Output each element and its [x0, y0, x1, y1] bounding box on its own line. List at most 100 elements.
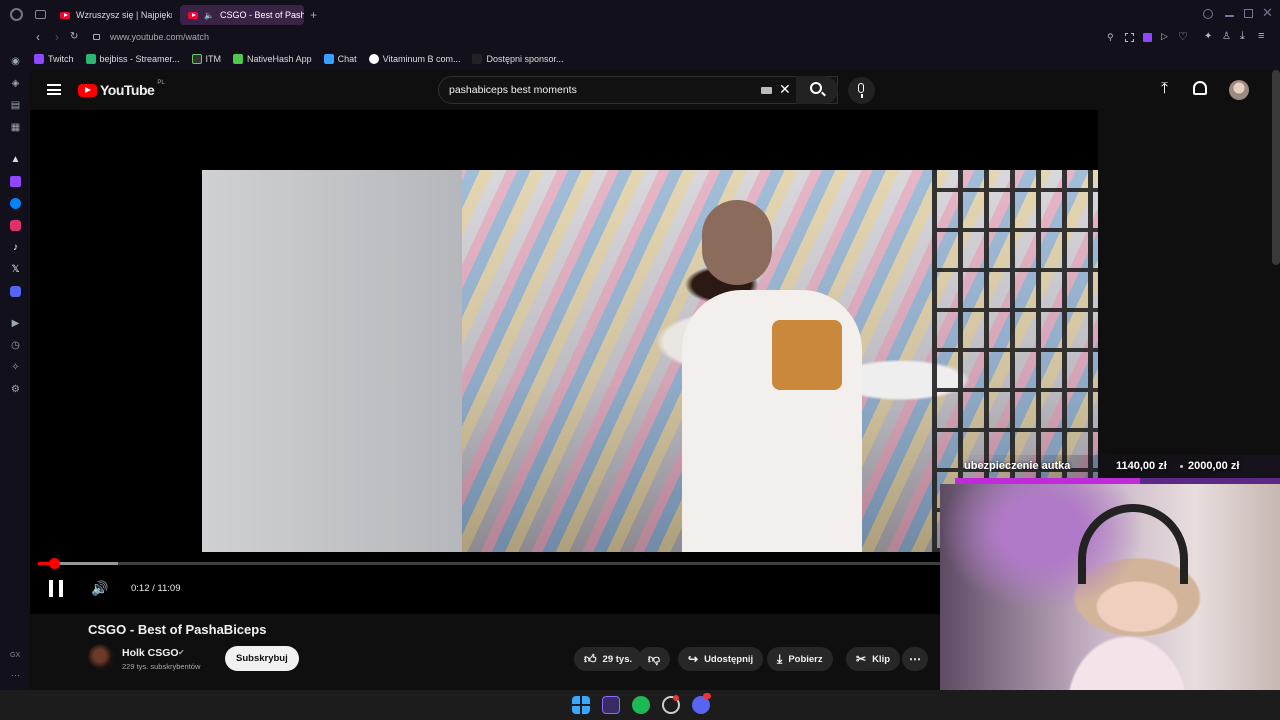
discord-icon[interactable] [10, 286, 21, 297]
profile-icon[interactable]: ♙ [1222, 31, 1231, 42]
upload-icon[interactable]: ⤒ [1161, 80, 1168, 98]
subscriber-count: 229 tys. subskrybentów [122, 662, 201, 671]
thumbs-down-icon: 👎︎ [647, 651, 661, 666]
tab-title: CSGO - Best of Pasha [219, 10, 304, 20]
opera-gx-logo-icon[interactable] [10, 8, 23, 21]
bookmark-label: ITM [205, 54, 222, 64]
dislike-button[interactable]: 👎︎ [638, 647, 670, 671]
donation-goal-separator-dot [1180, 465, 1183, 468]
channel-avatar[interactable] [88, 644, 114, 670]
play-icon[interactable]: ▷ [1161, 31, 1168, 42]
channel-name[interactable]: Holk CSGO [122, 647, 179, 659]
bookmark-sponsorzy[interactable]: Dostępni sponsor... [472, 54, 564, 64]
x-icon[interactable]: 𝕏 [10, 264, 21, 275]
region-label: PL [157, 80, 165, 86]
discord-badge [703, 693, 711, 699]
bookmark-twitch[interactable]: Twitch [34, 54, 74, 64]
progress-scrubber[interactable] [48, 558, 60, 569]
download-button[interactable]: ⤓ Pobierz [767, 647, 833, 671]
minimize-icon[interactable] [1225, 15, 1234, 17]
youtube-logo[interactable]: YouTube PL [78, 80, 165, 98]
subscribe-button[interactable]: Subskrybuj [225, 646, 299, 671]
bookmark-nativehash[interactable]: NativeHash App [233, 54, 312, 64]
easy-setup-icon[interactable]: ≡ [1258, 30, 1264, 42]
windows-start-icon[interactable] [572, 696, 590, 714]
spotify-icon[interactable] [632, 696, 650, 714]
bookmark-chat[interactable]: Chat [323, 54, 357, 64]
progress-bar[interactable] [38, 562, 940, 565]
share-icon: ↪ [688, 652, 699, 666]
search-tabs-icon[interactable] [1203, 9, 1213, 19]
share-button[interactable]: ↪ Udostępnij [678, 647, 764, 671]
clip-button[interactable]: ✂ Klip [846, 647, 901, 671]
donation-goal-label: ubezpieczenie autka [964, 460, 1071, 472]
search-input[interactable]: pashabiceps best moments [449, 84, 577, 96]
more-actions-button[interactable]: ⋯ [902, 647, 928, 671]
bookmark-itm[interactable]: ITM [191, 54, 222, 64]
youtube-logo-text: YouTube [100, 82, 155, 98]
notifications-bell-icon[interactable] [1193, 81, 1207, 95]
address-bar-row: ‹ › ↻ www.youtube.com/watch ⚲ ▷ ♡ ✦ ♙ ⤓ … [0, 28, 1280, 48]
tab-csgo-best-of-pasha[interactable]: 🔈 CSGO - Best of Pasha [180, 5, 304, 25]
restore-icon[interactable] [1244, 9, 1253, 18]
aria-icon[interactable]: ◉ [10, 56, 21, 67]
streamer-webcam [940, 484, 1280, 720]
itm-icon [191, 54, 202, 64]
new-tab-button[interactable]: + [310, 8, 317, 22]
history-icon[interactable]: ◷ [10, 340, 21, 351]
instagram-icon[interactable] [10, 220, 21, 231]
pause-button[interactable] [49, 580, 63, 597]
twitch-icon[interactable] [10, 176, 21, 187]
pinboard-icon[interactable]: ▦ [10, 122, 21, 133]
verified-icon: ✔ [178, 648, 185, 657]
video-title: CSGO - Best of PashaBiceps [88, 622, 267, 637]
arc-icon[interactable]: ▲ [10, 154, 21, 165]
tiktok-icon[interactable]: ♪ [10, 242, 21, 253]
sponsor-icon [472, 54, 483, 64]
gx-label[interactable]: GX [10, 652, 20, 659]
search-box[interactable]: pashabiceps best moments ✕ [438, 76, 838, 104]
search-button[interactable] [796, 76, 838, 104]
opera-gx-taskbar-icon[interactable] [602, 696, 620, 714]
download-label: Pobierz [788, 653, 823, 665]
ai-icon[interactable]: ◈ [10, 78, 21, 89]
clip-label: Klip [872, 653, 891, 665]
back-icon[interactable]: ‹ [36, 30, 40, 44]
clear-search-icon[interactable]: ✕ [779, 81, 791, 98]
url-text[interactable]: www.youtube.com/watch [110, 32, 209, 42]
voice-search-button[interactable] [848, 77, 875, 104]
bookmark-label: Vitaminum B com... [382, 54, 461, 64]
download-icon: ⤓ [777, 651, 783, 666]
time-display: 0:12 / 11:09 [131, 583, 181, 594]
pin-icon[interactable]: ⚲ [1107, 32, 1114, 43]
bookmark-vitaminum[interactable]: Vitaminum B com... [368, 54, 461, 64]
tab-wzruszysz[interactable]: Wzruszysz się | Najpiękn [52, 5, 172, 25]
reload-icon[interactable]: ↻ [70, 31, 78, 42]
volume-button[interactable]: 🔊 [91, 580, 108, 597]
extensions-icon[interactable]: ✧ [10, 362, 21, 373]
player-icon[interactable]: ▶ [10, 318, 21, 329]
settings-icon[interactable]: ⚙ [10, 384, 21, 395]
microphone-icon [858, 83, 864, 93]
bookmark-label: Dostępni sponsor... [486, 54, 564, 64]
wallet-icon[interactable]: ▤ [10, 100, 21, 111]
extensions-puzzle-icon[interactable]: ✦ [1204, 31, 1212, 42]
mute-tab-icon[interactable]: 🔈 [204, 11, 214, 20]
messenger-icon[interactable] [10, 198, 21, 209]
downloads-icon[interactable]: ⤓ [1240, 30, 1245, 43]
twitch-extension-icon[interactable] [1143, 33, 1152, 42]
forward-icon[interactable]: › [55, 30, 59, 44]
tab-overview-icon[interactable] [35, 10, 46, 19]
page-scrollbar[interactable] [1272, 70, 1280, 265]
more-icon[interactable]: ··· [11, 670, 20, 680]
bookmark-bejbiss[interactable]: bejbiss - Streamer... [85, 54, 180, 64]
share-label: Udostępnij [704, 653, 754, 665]
close-window-icon[interactable]: ✕ [1262, 5, 1273, 21]
snapshot-icon[interactable] [1125, 33, 1134, 42]
avatar[interactable] [1229, 80, 1249, 100]
keyboard-icon[interactable] [761, 87, 772, 94]
heart-icon[interactable]: ♡ [1178, 30, 1188, 43]
thumbs-up-icon: 👍︎ [584, 651, 597, 666]
hamburger-menu-icon[interactable] [47, 84, 61, 95]
like-button[interactable]: 👍︎ 29 tys. [574, 647, 643, 671]
